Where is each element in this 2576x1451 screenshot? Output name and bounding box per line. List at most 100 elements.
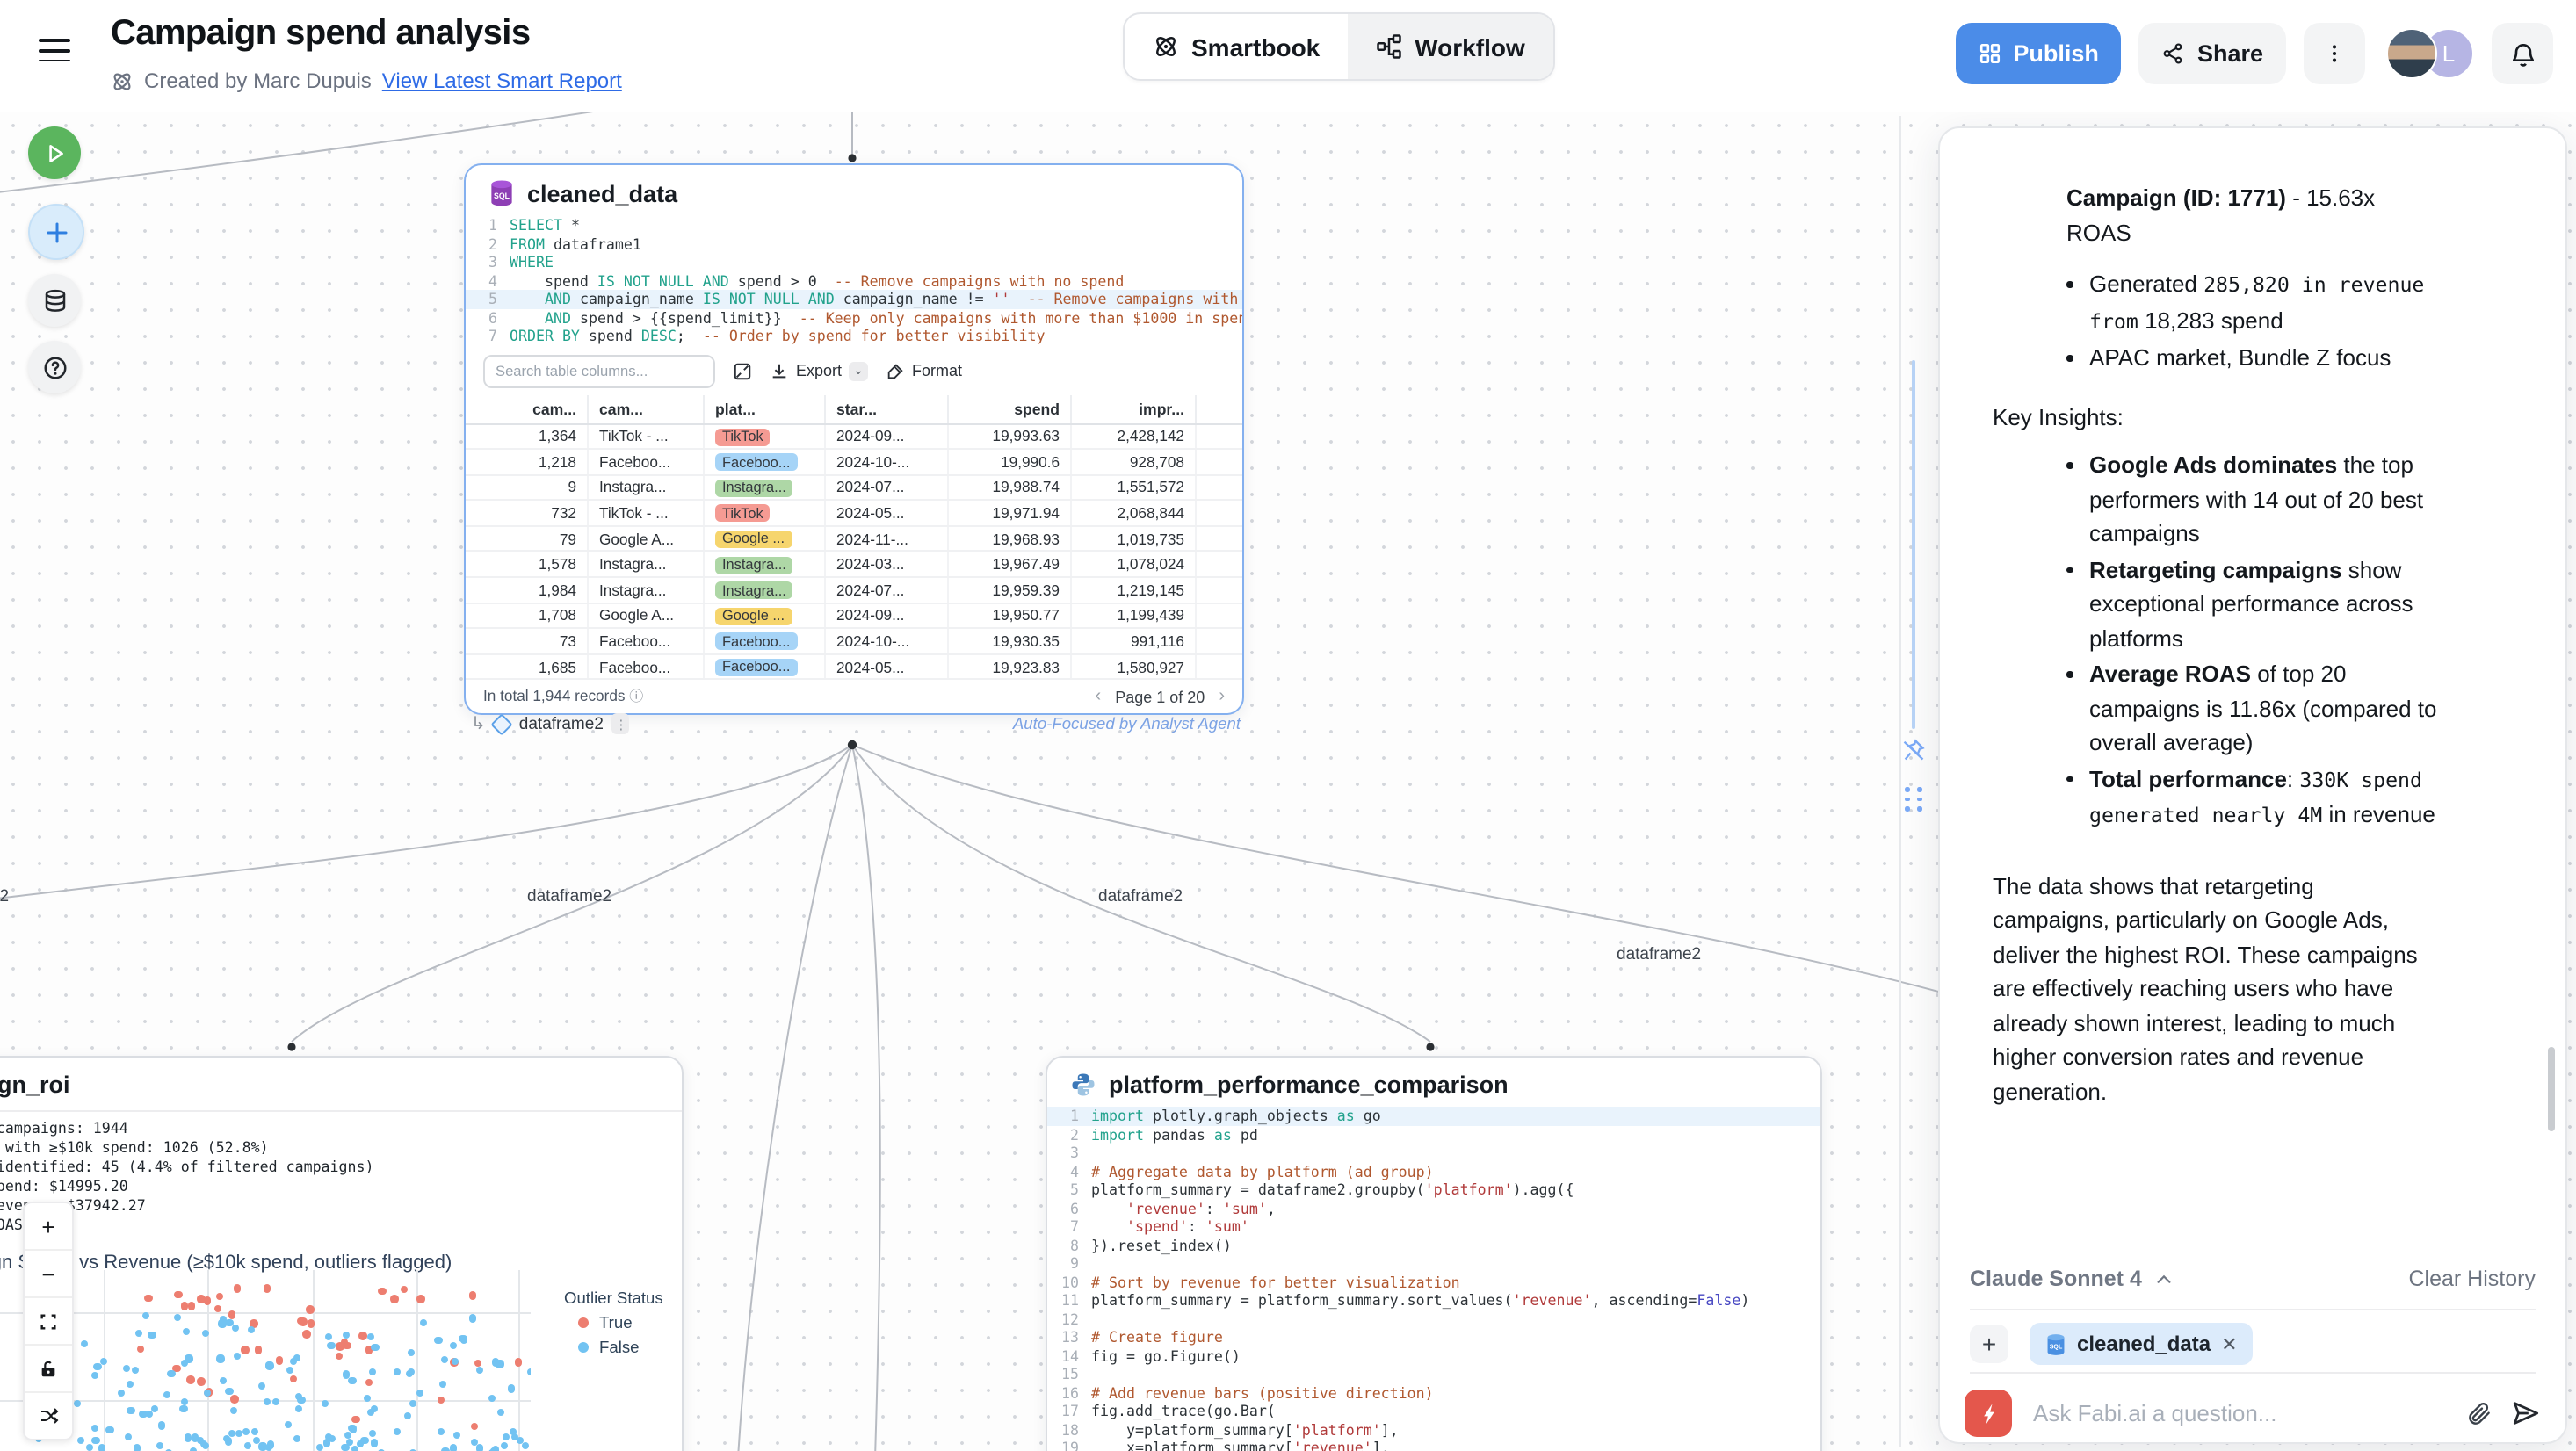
table-row[interactable]: 9Instagra...Instagra...2024-07...19,988.… (466, 474, 1244, 500)
add-context-button[interactable]: + (1970, 1325, 2008, 1363)
lock-button[interactable] (25, 1346, 72, 1393)
format-button[interactable]: Format (886, 361, 962, 380)
table-search-input[interactable] (483, 354, 715, 387)
legend-dot-false (578, 1342, 589, 1353)
shuffle-icon (38, 1405, 59, 1426)
table-row[interactable]: 1,578Instagra...Instagra...2024-03...19,… (466, 552, 1244, 577)
created-by: Created by Marc Dupuis (144, 69, 372, 93)
sql-chip-icon: SQL (2045, 1332, 2066, 1355)
model-selector[interactable]: Claude Sonnet 4 (1970, 1267, 2174, 1291)
output-menu-button[interactable]: ⋮ (612, 713, 630, 734)
list-item: APAC market, Bundle Z focus (2066, 341, 2446, 375)
legend-item-true[interactable]: True (564, 1314, 663, 1332)
context-chip-cleaned-data[interactable]: SQL cleaned_data ✕ (2030, 1323, 2254, 1365)
chat-input[interactable] (2030, 1398, 2448, 1428)
help-button[interactable] (28, 341, 81, 393)
canvas-zoom-toolbar: + − (23, 1202, 74, 1440)
fit-view-icon (39, 1311, 58, 1331)
edge-label-dataframe2: dataframe2 (527, 887, 611, 906)
bell-icon (2508, 40, 2536, 68)
table-row[interactable]: 1,364TikTok - ...TikTok2024-09...19,993.… (466, 423, 1244, 449)
menu-icon[interactable] (39, 39, 70, 63)
response-indicator-line (1912, 360, 1915, 729)
data-sources-button[interactable] (28, 274, 81, 327)
prev-page-button[interactable]: ‹ (1096, 688, 1102, 707)
node-cleaned-data[interactable]: SQL cleaned_data 1SELECT *2FROM datafram… (464, 163, 1244, 715)
tab-smartbook[interactable]: Smartbook (1125, 14, 1348, 79)
fabi-logo (1965, 1390, 2012, 1437)
column-header[interactable]: impr... (1071, 394, 1196, 423)
workflow-icon (1376, 33, 1402, 60)
table-row[interactable]: 732TikTok - ...TikTok2024-05...19,971.94… (466, 501, 1244, 526)
kebab-icon (2323, 42, 2346, 65)
share-icon (2162, 42, 2185, 65)
node-platform-performance-comparison[interactable]: platform_performance_comparison 1import … (1046, 1056, 1822, 1451)
zoom-in-button[interactable]: + (25, 1203, 72, 1251)
column-header[interactable]: cam... (588, 394, 704, 423)
publish-grid-icon (1978, 42, 2001, 65)
platform-badge: Google ... (715, 531, 792, 548)
key-insights-list: Google Ads dominates the top performers … (1993, 448, 2446, 834)
table-row[interactable]: 79Google A...Google ...2024-11-...19,968… (466, 526, 1244, 552)
column-header[interactable]: star... (825, 394, 948, 423)
table-row[interactable]: 1,984Instagra...Instagra...2024-07...19,… (466, 577, 1244, 603)
python-code-editor[interactable]: 1import plotly.graph_objects as go2impor… (1047, 1107, 1820, 1451)
platform-badge: Google ... (715, 607, 792, 624)
table-row[interactable]: 1,708Google A...Google ...2024-09...19,9… (466, 603, 1244, 628)
app-header: Campaign spend analysis Created by Marc … (0, 0, 2576, 112)
export-dropdown[interactable]: ⌄ (849, 361, 868, 380)
scatter-plot[interactable] (0, 1252, 531, 1451)
smart-report-link[interactable]: View Latest Smart Report (382, 69, 622, 93)
add-node-button[interactable] (28, 204, 84, 260)
auto-focus-note: Auto-Focused by Analyst Agent (949, 715, 1241, 733)
column-header[interactable]: spend (948, 394, 1071, 423)
platform-badge: Instagra... (715, 556, 793, 574)
column-header[interactable]: plat... (704, 394, 825, 423)
more-menu-button[interactable] (2304, 23, 2365, 84)
share-button[interactable]: Share (2139, 23, 2286, 84)
node-title-text: platform_performance_comparison (1109, 1072, 1509, 1098)
assistant-message: – – – Campaign (ID: 1771) - 15.63x ROAS … (1993, 153, 2446, 1207)
remove-chip-icon[interactable]: ✕ (2221, 1332, 2237, 1355)
publish-button[interactable]: Publish (1955, 23, 2122, 84)
column-header[interactable]: clicks (1196, 394, 1244, 423)
legend-item-false[interactable]: False (564, 1339, 663, 1356)
chart-legend[interactable]: Outlier Status True False (564, 1289, 663, 1356)
unpin-icon[interactable] (1901, 738, 1926, 762)
sql-node-icon: SQL (488, 179, 515, 207)
export-button[interactable]: Export ⌄ (770, 361, 868, 380)
attachment-icon[interactable] (2465, 1399, 2493, 1427)
python-node-icon (1070, 1072, 1096, 1098)
send-icon[interactable] (2511, 1398, 2541, 1428)
legend-title: Outlier Status (564, 1289, 663, 1307)
edge-label-dataframe2: dataframe2 (1617, 945, 1701, 964)
list-item: Retargeting campaigns show exceptional p… (2066, 552, 2446, 655)
smartbook-icon (1153, 33, 1179, 60)
database-icon (41, 287, 68, 314)
result-table[interactable]: cam...cam...plat...star...spendimpr...cl… (466, 394, 1244, 681)
clear-history-button[interactable]: Clear History (2409, 1267, 2536, 1291)
sql-code-editor[interactable]: 1SELECT *2FROM dataframe13WHERE4 spend I… (466, 216, 1242, 345)
svg-text:SQL: SQL (2050, 1343, 2063, 1350)
panel-scrollbar[interactable] (2548, 1047, 2555, 1131)
key-insights-label: Key Insights: (1993, 400, 2446, 434)
table-row[interactable]: 73Faceboo...Faceboo...2024-10-...19,930.… (466, 629, 1244, 654)
download-icon (770, 361, 789, 380)
table-row[interactable]: 1,685Faceboo...Faceboo...2024-05...19,92… (466, 654, 1244, 680)
next-page-button[interactable]: › (1219, 688, 1225, 707)
zoom-out-button[interactable]: − (25, 1251, 72, 1298)
node-output-row[interactable]: ↳ dataframe2 ⋮ (471, 713, 630, 734)
chevron-up-icon (2154, 1269, 2174, 1289)
expand-table-button[interactable] (733, 361, 752, 380)
column-header[interactable]: cam... (466, 394, 588, 423)
platform-badge: Instagra... (715, 479, 793, 496)
shuffle-layout-button[interactable] (25, 1393, 72, 1439)
avatar-photo[interactable] (2386, 28, 2437, 79)
tab-workflow[interactable]: Workflow (1348, 14, 1553, 79)
drag-handle-icon[interactable] (1905, 787, 1924, 811)
table-row[interactable]: 1,218Faceboo...Faceboo...2024-10-...19,9… (466, 449, 1244, 474)
fit-view-button[interactable] (25, 1298, 72, 1346)
node-title-text: campaign_roi (0, 1072, 70, 1098)
run-all-button[interactable] (28, 126, 81, 179)
notifications-button[interactable] (2492, 23, 2553, 84)
